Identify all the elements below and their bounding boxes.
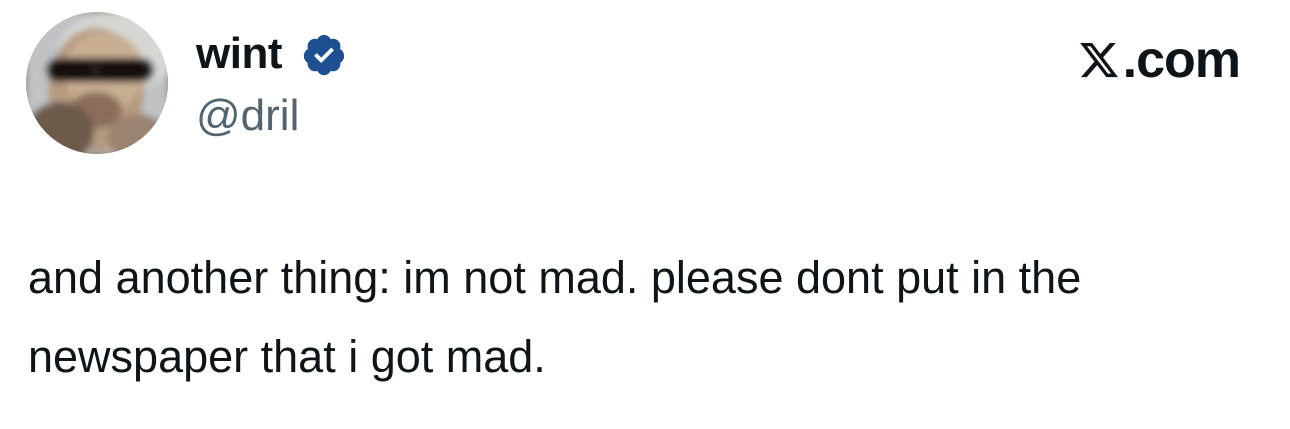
brand-suffix: .com [1122,31,1241,89]
avatar-image [26,12,168,154]
x-logo-icon [1079,42,1118,78]
brand-watermark: .com [1077,30,1241,90]
verified-badge-icon [303,34,345,76]
tweet-text: and another thing: im not mad. please do… [28,252,1082,382]
tweet-card: wint @dril .com and another thing: im no… [0,0,1290,429]
display-name[interactable]: wint [196,28,282,80]
avatar[interactable] [26,12,168,154]
handle[interactable]: @dril [196,90,299,142]
